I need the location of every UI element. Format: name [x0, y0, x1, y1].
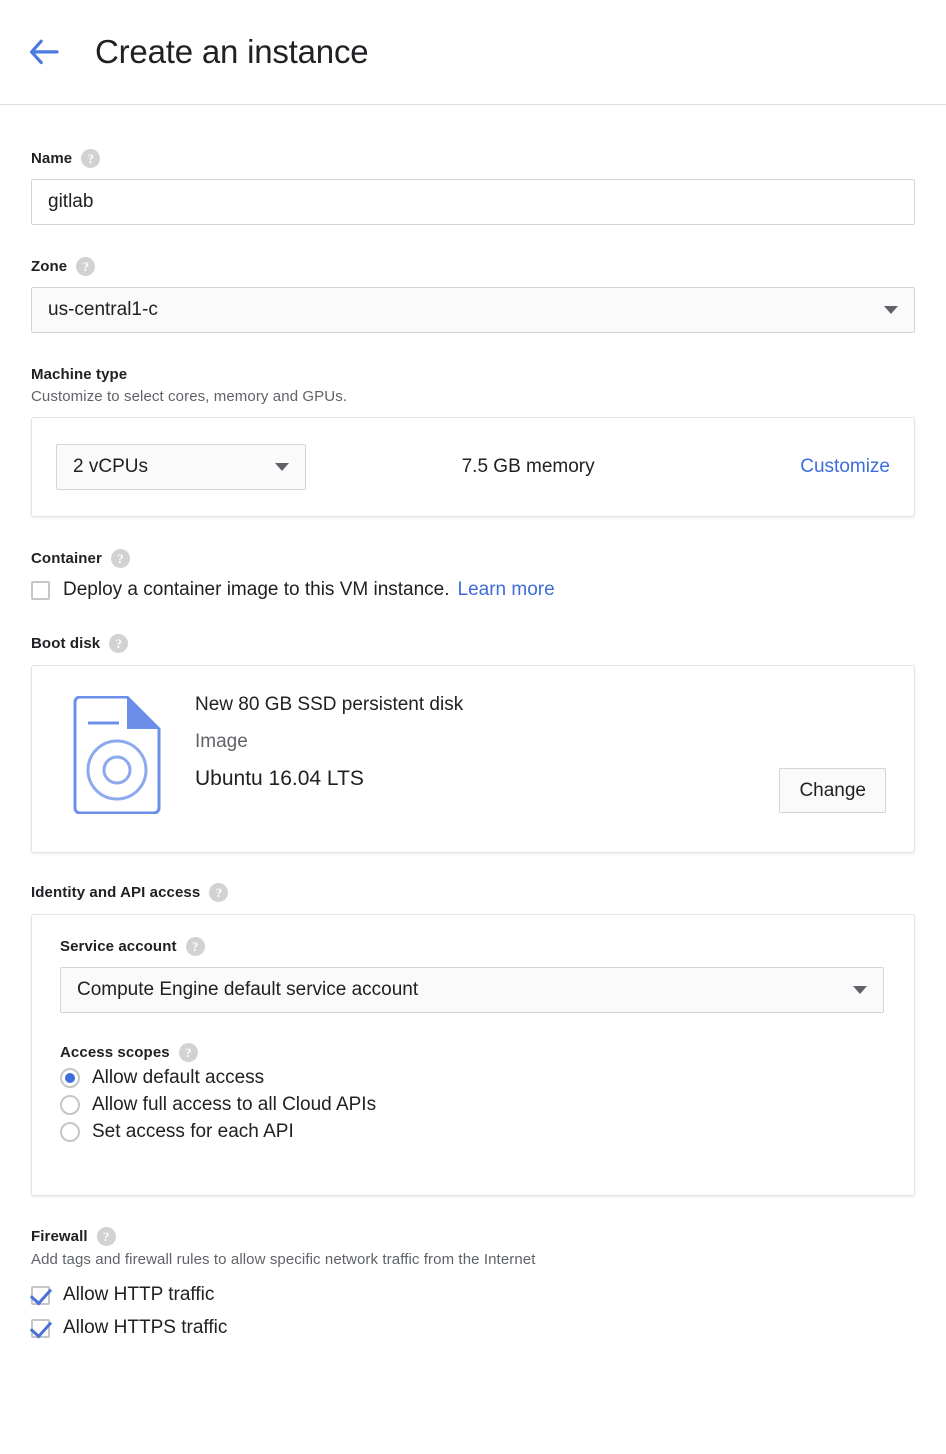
boot-disk-label-row: Boot disk ?: [31, 634, 915, 653]
access-scope-option-each-api[interactable]: Set access for each API: [60, 1121, 886, 1143]
machine-type-section: Machine type Customize to select cores, …: [31, 366, 915, 517]
change-boot-disk-button[interactable]: Change: [779, 768, 886, 813]
help-question-icon[interactable]: ?: [81, 149, 100, 168]
firewall-https-row[interactable]: Allow HTTPS traffic: [31, 1317, 915, 1339]
zone-label: Zone: [31, 258, 67, 275]
help-question-icon[interactable]: ?: [76, 257, 95, 276]
allow-http-label: Allow HTTP traffic: [63, 1284, 214, 1306]
container-checkbox-row: Deploy a container image to this VM inst…: [31, 579, 915, 601]
allow-http-checkbox[interactable]: [31, 1286, 50, 1305]
service-account-selected-value: Compute Engine default service account: [77, 979, 853, 1001]
access-scope-option-full[interactable]: Allow full access to all Cloud APIs: [60, 1094, 886, 1116]
firewall-label: Firewall: [31, 1228, 88, 1245]
allow-https-label: Allow HTTPS traffic: [63, 1317, 227, 1339]
radio-set-access-each-api[interactable]: [60, 1122, 80, 1142]
zone-select[interactable]: us-central1-c: [31, 287, 915, 333]
identity-label-row: Identity and API access ?: [31, 883, 915, 902]
name-section: Name ?: [31, 105, 915, 225]
chevron-down-icon: [853, 986, 867, 994]
firewall-description: Add tags and firewall rules to allow spe…: [31, 1251, 915, 1268]
radio-label-allow-default-access: Allow default access: [92, 1067, 264, 1089]
identity-api-access-section: Identity and API access ? Service accoun…: [31, 883, 915, 1196]
zone-section: Zone ? us-central1-c: [31, 257, 915, 333]
container-label-row: Container ?: [31, 549, 915, 568]
firewall-section: Firewall ? Add tags and firewall rules t…: [31, 1227, 915, 1339]
name-label: Name: [31, 150, 72, 167]
allow-https-checkbox[interactable]: [31, 1319, 50, 1338]
boot-disk-card: New 80 GB SSD persistent disk Image Ubun…: [31, 665, 915, 853]
help-question-icon[interactable]: ?: [186, 937, 205, 956]
help-question-icon[interactable]: ?: [97, 1227, 116, 1246]
identity-label: Identity and API access: [31, 884, 200, 901]
boot-disk-label: Boot disk: [31, 635, 100, 652]
radio-allow-default-access[interactable]: [60, 1068, 80, 1088]
help-question-icon[interactable]: ?: [179, 1043, 198, 1062]
help-question-icon[interactable]: ?: [109, 634, 128, 653]
customize-link[interactable]: Customize: [800, 456, 890, 478]
back-arrow-icon[interactable]: [22, 30, 66, 74]
machine-type-label-row: Machine type: [31, 366, 915, 383]
vcpu-select[interactable]: 2 vCPUs: [56, 444, 306, 490]
vcpu-selected-value: 2 vCPUs: [73, 456, 275, 478]
machine-type-card: 2 vCPUs 7.5 GB memory Customize: [31, 417, 915, 517]
page-header: Create an instance: [0, 0, 946, 105]
deploy-container-label: Deploy a container image to this VM inst…: [63, 579, 450, 601]
help-question-icon[interactable]: ?: [209, 883, 228, 902]
firewall-options: Allow HTTP traffic Allow HTTPS traffic: [31, 1284, 915, 1339]
service-account-label-row: Service account ?: [60, 937, 886, 956]
zone-label-row: Zone ?: [31, 257, 915, 276]
firewall-http-row[interactable]: Allow HTTP traffic: [31, 1284, 915, 1306]
radio-allow-full-access[interactable]: [60, 1095, 80, 1115]
service-account-label: Service account: [60, 938, 177, 955]
instance-name-input[interactable]: [31, 179, 915, 225]
chevron-down-icon: [275, 463, 289, 471]
identity-card: Service account ? Compute Engine default…: [31, 914, 915, 1196]
help-question-icon[interactable]: ?: [111, 549, 130, 568]
access-scopes-label: Access scopes: [60, 1044, 170, 1061]
firewall-label-row: Firewall ?: [31, 1227, 915, 1246]
boot-disk-section: Boot disk ? New 80 GB SSD persistent dis…: [31, 634, 915, 853]
container-section: Container ? Deploy a container image to …: [31, 549, 915, 601]
page-title: Create an instance: [95, 33, 368, 71]
boot-disk-icon: [71, 696, 163, 819]
boot-disk-image-label: Image: [195, 731, 890, 753]
machine-type-description: Customize to select cores, memory and GP…: [31, 388, 915, 405]
radio-label-allow-full-access: Allow full access to all Cloud APIs: [92, 1094, 376, 1116]
memory-value: 7.5 GB memory: [306, 456, 800, 478]
deploy-container-checkbox[interactable]: [31, 581, 50, 600]
access-scopes-label-row: Access scopes ?: [60, 1043, 886, 1062]
chevron-down-icon: [884, 306, 898, 314]
access-scope-option-default[interactable]: Allow default access: [60, 1067, 886, 1089]
container-label: Container: [31, 550, 102, 567]
boot-disk-title: New 80 GB SSD persistent disk: [195, 694, 890, 716]
container-learn-more-link[interactable]: Learn more: [458, 579, 555, 601]
form-content: Name ? Zone ? us-central1-c Machine type…: [0, 105, 946, 1339]
name-label-row: Name ?: [31, 149, 915, 168]
zone-selected-value: us-central1-c: [48, 299, 884, 321]
service-account-select[interactable]: Compute Engine default service account: [60, 967, 884, 1013]
machine-type-label: Machine type: [31, 366, 127, 383]
radio-label-set-access-each-api: Set access for each API: [92, 1121, 294, 1143]
